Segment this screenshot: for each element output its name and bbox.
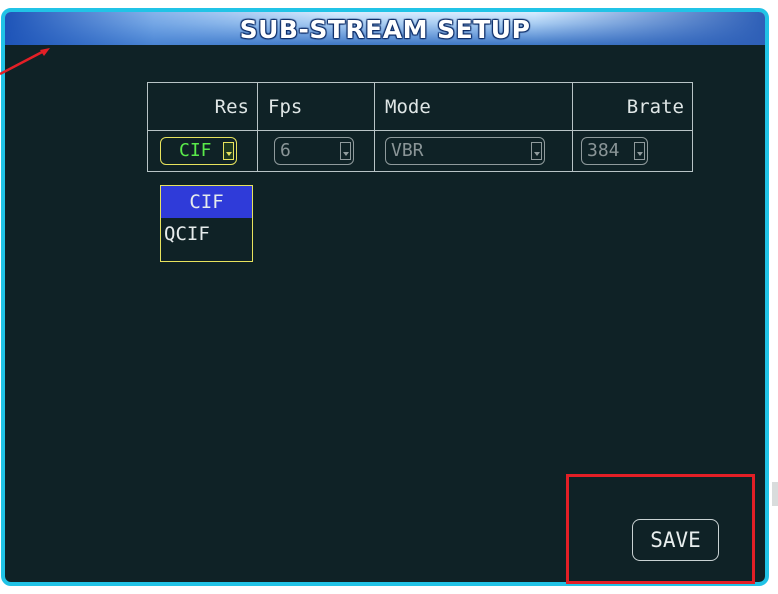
dropdown-option-qcif[interactable]: QCIF <box>161 218 252 250</box>
annotation-pointer-arrow <box>0 48 50 76</box>
res-dropdown-list: CIF QCIF <box>160 185 253 262</box>
mode-select-value: VBR <box>391 140 424 161</box>
edge-mark <box>772 482 778 506</box>
header-mode: Mode <box>374 82 573 131</box>
fps-select-value: 6 <box>280 140 291 161</box>
mode-select[interactable]: VBR <box>385 137 545 165</box>
res-select[interactable]: CIF <box>160 137 237 165</box>
header-brate: Brate <box>572 82 693 131</box>
chevron-down-icon[interactable] <box>340 142 351 160</box>
title-bar: SUB-STREAM SETUP <box>5 12 765 45</box>
header-res: Res <box>147 82 258 131</box>
dropdown-option-cif[interactable]: CIF <box>161 186 252 218</box>
brate-select[interactable]: 384 <box>581 137 648 165</box>
cell-mode: VBR <box>374 130 573 172</box>
annotation-highlight-box <box>566 474 755 584</box>
brate-select-value: 384 <box>587 140 620 161</box>
chevron-down-icon[interactable] <box>531 142 542 160</box>
table-header-row: Res Fps Mode Brate <box>147 82 693 131</box>
cell-brate: 384 <box>572 130 693 172</box>
fps-select[interactable]: 6 <box>274 137 354 165</box>
res-select-value: CIF <box>179 140 212 161</box>
chevron-down-icon[interactable] <box>223 142 234 160</box>
cell-fps: 6 <box>257 130 375 172</box>
table-value-row: CIF 6 VBR 384 <box>147 130 693 172</box>
header-fps: Fps <box>257 82 375 131</box>
chevron-down-icon[interactable] <box>634 142 645 160</box>
window-title: SUB-STREAM SETUP <box>239 15 531 44</box>
stream-settings-table: Res Fps Mode Brate CIF 6 VBR 384 <box>147 82 693 172</box>
cell-res: CIF <box>147 130 258 172</box>
